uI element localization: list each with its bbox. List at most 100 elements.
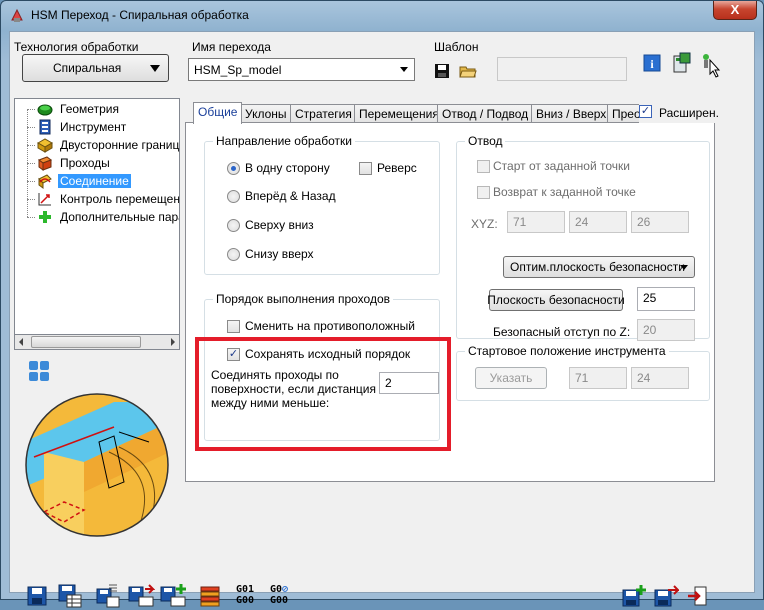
- dialog-window: HSM Переход - Спиральная обработка X Тех…: [0, 0, 764, 608]
- change-opposite-checkbox[interactable]: [227, 320, 240, 333]
- save-export-icon[interactable]: [653, 584, 679, 608]
- xyz-z-input[interactable]: 26: [631, 211, 689, 233]
- calculator-icon[interactable]: [672, 52, 692, 74]
- tab-general[interactable]: Общие: [193, 102, 243, 124]
- tab-retract-approach[interactable]: Отвод / Подвод: [437, 104, 534, 123]
- name-combobox[interactable]: HSM_Sp_model: [188, 58, 415, 81]
- tab-slopes[interactable]: Уклоны: [240, 104, 292, 123]
- info-icon[interactable]: i: [643, 54, 661, 72]
- xyz-y-input[interactable]: 24: [569, 211, 627, 233]
- advanced-checkbox[interactable]: ✓: [639, 105, 652, 118]
- radio-forward-back[interactable]: [227, 190, 240, 203]
- tree-item-label: Дополнительные параметры: [60, 210, 179, 224]
- clearance-plane-input[interactable]: 25: [637, 287, 695, 311]
- xyz-label: XYZ:: [471, 217, 498, 231]
- add-screen-icon[interactable]: [159, 583, 187, 609]
- name-label: Имя перехода: [192, 40, 271, 54]
- save-list-icon[interactable]: [95, 583, 121, 609]
- tree-item-label: Соединение: [58, 174, 131, 188]
- return-to-point-label: Возврат к заданной точке: [493, 185, 636, 199]
- gcode-line: G00: [270, 595, 289, 606]
- export-screen-icon[interactable]: [127, 583, 155, 609]
- close-button[interactable]: X: [713, 1, 757, 20]
- tab-strategy[interactable]: Стратегия: [290, 104, 357, 123]
- radio-top-down-label: Сверху вниз: [245, 218, 314, 232]
- start-x-input[interactable]: 71: [569, 367, 627, 389]
- tech-label: Технология обработки: [14, 40, 139, 54]
- start-from-point-checkbox[interactable]: [477, 160, 490, 173]
- save-template-icon[interactable]: [433, 62, 451, 80]
- tree-item-label: Контроль перемещений: [60, 192, 180, 206]
- radio-one-direction-label: В одну сторону: [245, 161, 330, 175]
- open-folder-icon[interactable]: [459, 62, 477, 80]
- scroll-left-icon[interactable]: [19, 338, 23, 346]
- tech-dropdown[interactable]: Спиральная: [22, 54, 169, 82]
- dialog-client: Технология обработки Спиральная Имя пере…: [9, 31, 755, 608]
- motion-control-icon: [38, 193, 51, 206]
- pointer-help-icon[interactable]: [700, 52, 724, 78]
- save-icon[interactable]: [26, 585, 48, 607]
- tree-item-passes[interactable]: Проходы: [15, 154, 179, 172]
- gcode-line: G0⊘: [270, 584, 289, 595]
- view-toggle-icon[interactable]: [28, 360, 50, 382]
- save-table-icon[interactable]: [57, 583, 83, 609]
- link-icon: [38, 174, 52, 189]
- retract-group: Отвод Старт от заданной точки Возврат к …: [456, 134, 710, 341]
- advanced-toggle[interactable]: ✓ Расширен.: [639, 103, 719, 123]
- radio-one-direction[interactable]: [227, 162, 240, 175]
- tree-item-label: Двусторонние границы: [60, 138, 180, 152]
- tree-horizontal-scrollbar[interactable]: [14, 334, 180, 350]
- chevron-down-icon: [400, 67, 408, 72]
- tech-dropdown-value: Спиральная: [53, 61, 122, 75]
- advanced-label: Расширен.: [659, 106, 719, 120]
- scroll-thumb[interactable]: [31, 336, 141, 348]
- exit-icon[interactable]: [686, 585, 708, 607]
- radio-bottom-up[interactable]: [227, 248, 240, 261]
- tree-item-add-params[interactable]: Дополнительные параметры: [15, 208, 179, 226]
- clearance-plane-button[interactable]: Плоскость безопасности: [487, 289, 625, 311]
- save-add-icon[interactable]: [621, 584, 647, 608]
- app-icon: [11, 8, 23, 22]
- reverse-checkbox[interactable]: [359, 162, 372, 175]
- tree-item-geometry[interactable]: Геометрия: [15, 100, 179, 118]
- direction-group-title: Направление обработки: [213, 134, 355, 148]
- radio-bottom-up-label: Снизу вверх: [245, 247, 314, 261]
- layers-icon[interactable]: [199, 584, 221, 608]
- scroll-right-icon[interactable]: [171, 338, 175, 346]
- clearance-mode-value: Оптим.плоскость безопасности: [510, 260, 685, 274]
- tab-movements[interactable]: Перемещения: [354, 104, 444, 123]
- chevron-down-icon: [150, 65, 160, 72]
- tree-item-motion-control[interactable]: Контроль перемещений: [15, 190, 180, 208]
- order-group-title: Порядок выполнения проходов: [213, 292, 394, 306]
- passes-icon: [37, 156, 53, 171]
- radio-top-down[interactable]: [227, 219, 240, 232]
- gcode-button-1[interactable]: G01 G00: [236, 584, 264, 610]
- specify-button[interactable]: Указать: [475, 367, 547, 389]
- template-label: Шаблон: [434, 40, 479, 54]
- add-params-icon: [39, 211, 51, 223]
- start-position-title: Стартовое положение инструмента: [465, 344, 669, 358]
- reverse-label: Реверс: [377, 161, 417, 175]
- tool-icon: [39, 119, 51, 135]
- tree-item-link[interactable]: Соединение: [15, 172, 179, 190]
- radio-forward-back-label: Вперёд & Назад: [245, 189, 336, 203]
- start-y-input[interactable]: 24: [631, 367, 689, 389]
- start-position-group: Стартовое положение инструмента Указать …: [456, 344, 710, 401]
- direction-group: Направление обработки В одну сторону Впе…: [204, 134, 440, 275]
- parameter-tree[interactable]: Геометрия Инструмент Двусторонние границ…: [14, 98, 180, 350]
- chevron-down-icon: [680, 265, 688, 270]
- tree-item-boundaries[interactable]: Двусторонние границы: [15, 136, 180, 154]
- safe-offset-label: Безопасный отступ по Z:: [493, 325, 631, 339]
- start-from-point-label: Старт от заданной точки: [493, 159, 630, 173]
- title-bar[interactable]: HSM Переход - Спиральная обработка X: [1, 1, 763, 31]
- template-field: [497, 57, 627, 81]
- tree-item-label: Геометрия: [60, 102, 119, 116]
- tab-down-up[interactable]: Вниз / Вверх: [531, 104, 612, 123]
- retract-group-title: Отвод: [465, 134, 506, 148]
- tree-item-tool[interactable]: Инструмент: [15, 118, 179, 136]
- gcode-button-2[interactable]: G0⊘ G00: [270, 584, 298, 610]
- safe-offset-input[interactable]: 20: [637, 319, 695, 341]
- xyz-x-input[interactable]: 71: [507, 211, 565, 233]
- clearance-mode-dropdown[interactable]: Оптим.плоскость безопасности: [503, 256, 695, 278]
- return-to-point-checkbox[interactable]: [477, 186, 490, 199]
